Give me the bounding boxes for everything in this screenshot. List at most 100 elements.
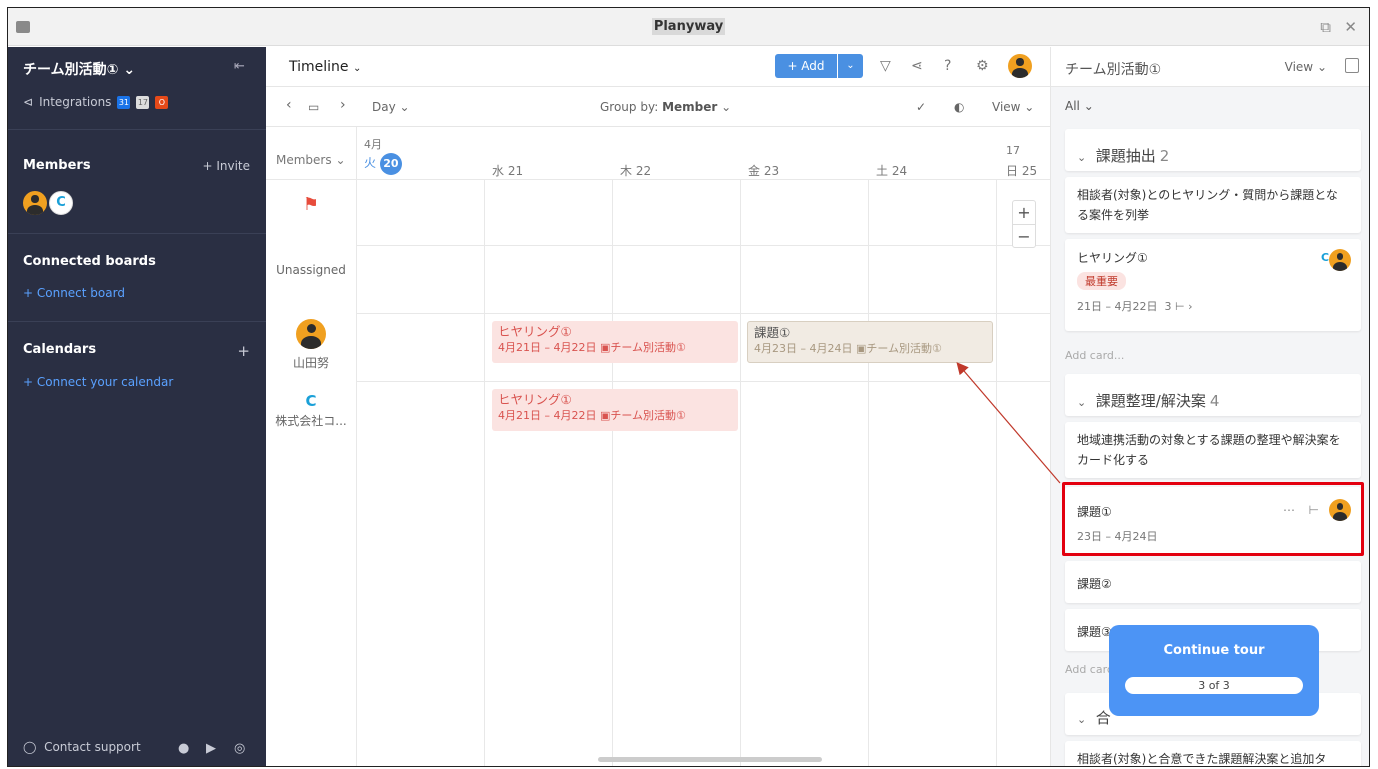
timeline-event[interactable]: 課題① 4月23日 – 4月24日 ▣チーム別活動① (747, 321, 993, 363)
list-card[interactable]: ヒヤリング① 最重要 21日 – 4月22日 3 ⊢ › C (1065, 239, 1361, 331)
title-bar: Planyway ⧉ ✕ (8, 8, 1369, 46)
add-dropdown-icon[interactable]: ⌄ (838, 54, 863, 78)
user-avatar[interactable] (1008, 54, 1032, 78)
play-store-icon[interactable]: ▶ (206, 741, 216, 756)
contact-support-link[interactable]: ◯ Contact support (23, 740, 141, 754)
google-calendar-icon: 31 (117, 95, 131, 109)
list-name: 課題整理/解決案 (1095, 392, 1206, 410)
close-window-icon[interactable]: ✕ (1344, 18, 1357, 36)
members-heading: Members (23, 158, 91, 173)
list-description[interactable]: 地域連携活動の対象とする課題の整理や解決案をカード化する (1065, 422, 1361, 478)
grid-line (356, 245, 1050, 246)
member-avatars: C (23, 191, 73, 215)
list-title[interactable]: ⌄ 課題整理/解決案 4 (1077, 390, 1219, 411)
integrations-label: Integrations (39, 95, 112, 109)
panel-view-label: View (1284, 60, 1314, 74)
apple-calendar-icon: 17 (136, 95, 150, 109)
collapse-sidebar-icon[interactable]: ⇤ (234, 59, 245, 74)
event-board: チーム別活動① (610, 409, 686, 422)
panel-filter[interactable]: All ⌄ (1065, 99, 1094, 113)
add-card-link[interactable]: Add card... (1065, 349, 1124, 362)
member-name: 山田努 (292, 356, 329, 370)
grid-line (612, 179, 613, 766)
company-avatar[interactable]: C (49, 191, 73, 215)
calendar-icon[interactable]: ▭ (308, 100, 319, 114)
zoom-out-icon[interactable]: − (1013, 224, 1035, 248)
list-description-text: 相談者(対象)と合意できた課題解決案と追加タ (1077, 752, 1327, 766)
toggle-icon[interactable]: ◐ (954, 100, 964, 114)
timeline-event[interactable]: ヒヤリング① 4月21日 – 4月22日 ▣チーム別活動① (492, 389, 738, 431)
timeline-event[interactable]: ヒヤリング① 4月21日 – 4月22日 ▣チーム別活動① (492, 321, 738, 363)
member-name: 株式会社コ... (275, 414, 347, 428)
panel-header: チーム別活動① View ⌄ (1051, 47, 1369, 87)
chat-icon: ◯ (23, 740, 37, 754)
dock-panel-icon[interactable] (1345, 58, 1359, 73)
day-header: 日 25 (1006, 164, 1038, 178)
list-title[interactable]: ⌄ 合 (1077, 707, 1111, 728)
event-title: ヒヤリング① (498, 392, 572, 407)
trello-icon: ▣ (599, 341, 611, 354)
window-title-text: Planyway (651, 18, 726, 35)
continue-tour-button[interactable]: Continue tour (1109, 643, 1319, 658)
day-header: 木 22 (620, 164, 652, 178)
grid-line (740, 179, 741, 766)
panel-filter-label: All (1065, 99, 1080, 113)
list-description[interactable]: 相談者(対象)とのヒヤリング・質問から課題となる案件を列挙 (1065, 177, 1361, 233)
list-title[interactable]: ⌄ 課題抽出 2 (1077, 145, 1169, 166)
office-icon: O (155, 95, 169, 109)
list-card[interactable]: 課題② (1065, 561, 1361, 603)
help-icon[interactable]: ? (944, 58, 951, 74)
chevron-down-icon: ⌄ (352, 63, 362, 74)
day-header: 水 21 (492, 164, 524, 178)
sidebar-divider (8, 129, 266, 130)
add-button[interactable]: + Add (775, 54, 837, 78)
invite-button[interactable]: + Invite (202, 159, 250, 173)
view-options[interactable]: View ⌄ (992, 100, 1034, 114)
list-count: 2 (1159, 147, 1170, 165)
filter-icon[interactable]: ▽ (880, 58, 891, 74)
next-arrow-icon[interactable]: › (340, 97, 346, 113)
list-name: 課題抽出 (1095, 147, 1156, 165)
board-selector[interactable]: チーム別活動① ⌄ (23, 59, 135, 79)
members-column-header[interactable]: Members ⌄ (276, 153, 346, 167)
connect-calendar-link[interactable]: + Connect your calendar (23, 375, 173, 389)
chevron-down-icon: ⌄ (1077, 151, 1087, 164)
list-count: 4 (1209, 392, 1220, 410)
tour-progress: 3 of 3 (1125, 677, 1303, 694)
connect-board-link[interactable]: + Connect board (23, 286, 125, 300)
avatar[interactable] (1329, 249, 1351, 271)
app-window: Planyway ⧉ ✕ チーム別活動① ⌄ ⇤ ⊲ Integrations … (7, 7, 1370, 767)
list-name: 合 (1095, 709, 1111, 727)
list-description[interactable]: 相談者(対象)と合意できた課題解決案と追加タ (1065, 741, 1361, 766)
apple-icon[interactable]: ● (178, 741, 189, 756)
chrome-icon[interactable]: ◎ (234, 741, 245, 756)
view-selector[interactable]: Timeline ⌄ (289, 59, 361, 75)
connected-boards-heading: Connected boards (23, 254, 156, 269)
company-logo-icon: C (305, 392, 317, 410)
avatar[interactable] (296, 319, 326, 349)
checkmark-icon[interactable]: ✓ (916, 100, 926, 114)
panel-view-selector[interactable]: View ⌄ (1285, 60, 1327, 74)
card-title: 課題③ (1077, 625, 1112, 639)
row-label-unassigned: Unassigned (276, 263, 346, 277)
share-icon[interactable]: ⋖ (911, 58, 923, 74)
day-header-today: 火 20 (364, 153, 402, 175)
scale-selector[interactable]: Day ⌄ (372, 100, 410, 114)
group-by-selector[interactable]: Group by: Member ⌄ (600, 100, 731, 114)
integrations-link[interactable]: ⊲ Integrations 31 17 O (23, 95, 169, 109)
add-card-link[interactable]: Add card (1065, 663, 1114, 676)
subtask-icon: ⊢ (1175, 300, 1185, 313)
add-calendar-button[interactable]: + (237, 342, 250, 360)
prev-arrow-icon[interactable]: ‹ (286, 97, 292, 113)
avatar[interactable] (23, 191, 47, 215)
settings-icon[interactable]: ⚙ (976, 58, 989, 74)
event-board: チーム別活動① (610, 341, 686, 354)
event-date: 4月23日 – 4月24日 (754, 342, 853, 355)
zoom-in-icon[interactable]: + (1013, 201, 1035, 224)
horizontal-scrollbar[interactable] (598, 757, 822, 762)
board-name: チーム別活動① (23, 62, 119, 78)
today-badge: 20 (379, 153, 402, 175)
scale-label: Day (372, 100, 396, 114)
event-date: 4月21日 – 4月22日 (498, 409, 597, 422)
external-window-icon[interactable]: ⧉ (1320, 18, 1331, 36)
